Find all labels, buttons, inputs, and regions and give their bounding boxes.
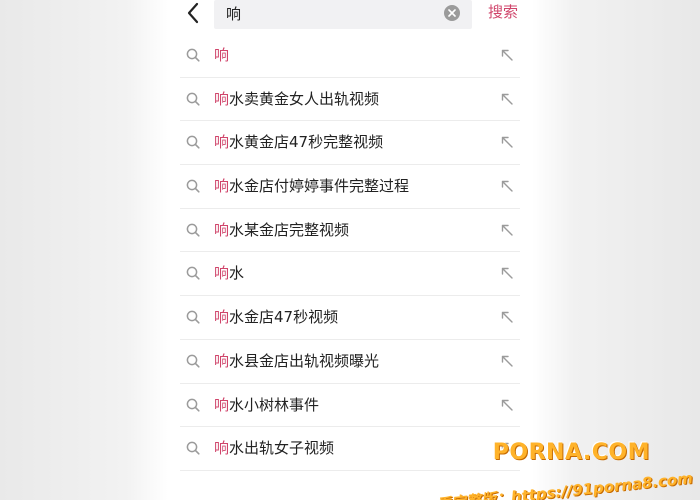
arrow-up-left-icon[interactable] bbox=[500, 354, 514, 368]
suggestion-item[interactable]: 响水黄金店47秒完整视频 bbox=[180, 121, 520, 166]
suggestion-highlight: 响 bbox=[214, 133, 230, 152]
suggestion-highlight: 响 bbox=[214, 46, 230, 64]
suggestion-item[interactable]: 响水某金店完整视频 bbox=[180, 209, 520, 253]
arrow-up-left-icon[interactable] bbox=[500, 92, 514, 106]
suggestion-item[interactable]: 响水小树林事件 bbox=[180, 384, 520, 428]
suggestion-rest: 水出轨女子视频 bbox=[229, 439, 335, 458]
suggestion-text: 响水某金店完整视频 bbox=[214, 220, 349, 240]
suggestion-item[interactable]: 响水卖黄金女人出轨视频 bbox=[180, 78, 520, 122]
suggestion-item[interactable]: 响 bbox=[180, 34, 520, 78]
suggestion-text: 响水出轨女子视频 bbox=[214, 438, 334, 458]
arrow-up-left-icon[interactable] bbox=[500, 135, 514, 149]
search-icon bbox=[186, 223, 200, 237]
suggestion-highlight: 响 bbox=[214, 89, 230, 108]
suggestion-list: 响响水卖黄金女人出轨视频 响水黄金店47秒完整视频 响水金店付婷婷事件完整过程 响水某… bbox=[180, 34, 520, 471]
suggestion-highlight: 响 bbox=[214, 177, 230, 196]
suggestion-rest: 水 bbox=[229, 264, 245, 283]
suggestion-text: 响水金店付婷婷事件完整过程 bbox=[214, 176, 409, 196]
suggestion-text: 响水金店47秒视频 bbox=[214, 307, 338, 327]
suggestion-text: 响水卖黄金女人出轨视频 bbox=[214, 89, 379, 109]
arrow-up-left-icon[interactable] bbox=[500, 179, 514, 193]
search-button[interactable]: 搜索 bbox=[488, 3, 518, 21]
suggestion-rest: 水小树林事件 bbox=[229, 395, 320, 414]
suggestion-rest: 水某金店完整视频 bbox=[229, 220, 350, 239]
search-screen: 响 搜索 响响水卖黄金女人出轨视频 响水黄金店47秒完整视频 响水金店付婷婷事件完整… bbox=[168, 0, 532, 500]
suggestion-item[interactable]: 响水县金店出轨视频曝光 bbox=[180, 340, 520, 384]
chevron-left-icon bbox=[187, 2, 199, 24]
suggestion-highlight: 响 bbox=[214, 351, 230, 370]
suggestion-rest: 水县金店出轨视频曝光 bbox=[229, 351, 380, 370]
arrow-up-left-icon[interactable] bbox=[500, 310, 514, 324]
suggestion-item[interactable]: 响水金店付婷婷事件完整过程 bbox=[180, 165, 520, 209]
suggestion-text: 响水小树林事件 bbox=[214, 395, 319, 415]
search-icon bbox=[186, 441, 200, 455]
search-icon bbox=[186, 136, 200, 149]
suggestion-highlight: 响 bbox=[214, 395, 230, 414]
search-icon bbox=[186, 179, 200, 193]
suggestion-item[interactable]: 响水 bbox=[180, 252, 520, 297]
search-icon bbox=[186, 48, 200, 62]
back-button[interactable] bbox=[182, 0, 204, 26]
suggestion-highlight: 响 bbox=[214, 220, 230, 239]
suggestion-text: 响水县金店出轨视频曝光 bbox=[214, 351, 379, 371]
search-input[interactable]: 响 bbox=[214, 0, 472, 29]
arrow-up-left-icon[interactable] bbox=[500, 48, 514, 62]
suggestion-rest: 水金店47秒视频 bbox=[229, 308, 339, 327]
search-icon bbox=[186, 267, 200, 281]
suggestion-highlight: 响 bbox=[214, 308, 230, 327]
suggestion-highlight: 响 bbox=[214, 264, 230, 283]
suggestion-highlight: 响 bbox=[214, 439, 230, 458]
suggestion-text: 响水黄金店47秒完整视频 bbox=[214, 132, 383, 152]
arrow-up-left-icon[interactable] bbox=[500, 223, 514, 237]
suggestion-item[interactable]: 响水出轨女子视频 bbox=[180, 427, 520, 471]
search-input-value: 响 bbox=[226, 5, 242, 23]
arrow-up-left-icon[interactable] bbox=[500, 398, 514, 412]
search-icon bbox=[186, 310, 200, 324]
clear-circle-icon bbox=[448, 9, 456, 17]
search-icon bbox=[186, 92, 200, 106]
suggestion-text: 响水 bbox=[214, 263, 244, 283]
suggestion-item[interactable]: 响水金店47秒视频 bbox=[180, 296, 520, 340]
search-header: 响 搜索 bbox=[168, 0, 532, 30]
clear-button[interactable] bbox=[444, 5, 460, 21]
arrow-up-left-icon[interactable] bbox=[500, 266, 514, 280]
suggestion-text: 响 bbox=[214, 45, 229, 65]
search-icon bbox=[186, 354, 200, 368]
suggestion-rest: 水金店付婷婷事件完整过程 bbox=[229, 177, 410, 196]
search-icon bbox=[186, 398, 200, 412]
suggestion-rest: 水黄金店47秒完整视频 bbox=[229, 133, 384, 152]
suggestion-rest: 水卖黄金女人出轨视频 bbox=[229, 89, 380, 108]
arrow-up-left-icon[interactable] bbox=[500, 441, 514, 455]
